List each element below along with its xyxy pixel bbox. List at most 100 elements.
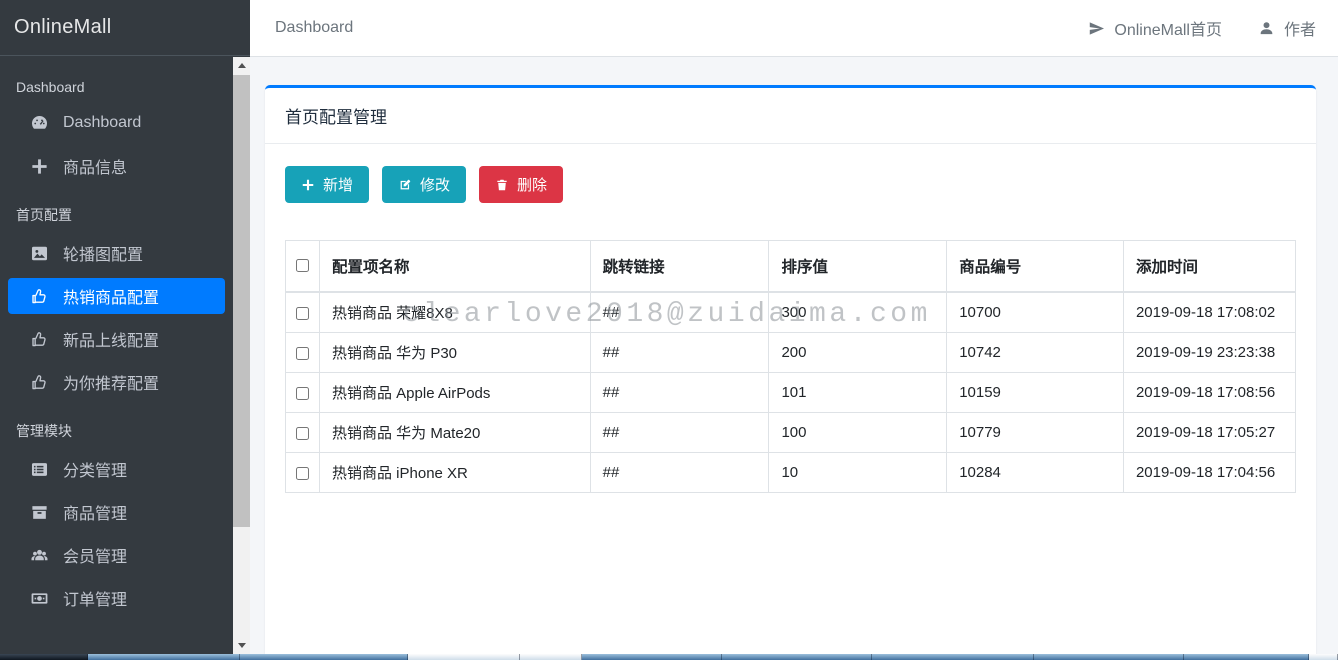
table-cell: 10700 bbox=[947, 292, 1124, 333]
table-cell: 2019-09-18 17:08:56 bbox=[1123, 373, 1295, 413]
column-header: 商品编号 bbox=[947, 241, 1124, 293]
page-title: 首页配置管理 bbox=[285, 103, 1296, 128]
topnav-link-label: OnlineMall首页 bbox=[1114, 16, 1222, 40]
sidebar-item[interactable]: Dashboard bbox=[8, 105, 225, 141]
table-cell: ## bbox=[590, 292, 769, 333]
tachometer-icon bbox=[29, 113, 49, 133]
taskbar-button[interactable] bbox=[1034, 654, 1184, 660]
top-navbar: Dashboard OnlineMall首页 作者 bbox=[250, 0, 1338, 57]
row-checkbox[interactable] bbox=[296, 307, 309, 320]
add-button[interactable]: 新增 bbox=[285, 166, 369, 203]
users-icon bbox=[29, 545, 49, 565]
row-checkbox[interactable] bbox=[296, 387, 309, 400]
sidebar-section: Dashboard Dashboard 商品信息 bbox=[0, 69, 233, 184]
edit-icon bbox=[398, 178, 412, 192]
taskbar-button[interactable] bbox=[0, 654, 88, 660]
taskbar-button[interactable] bbox=[872, 654, 1034, 660]
user-icon bbox=[1258, 20, 1275, 37]
table-body: 热销商品 荣耀8X8##300107002019-09-18 17:08:02热… bbox=[286, 292, 1296, 493]
column-header: 配置项名称 bbox=[320, 241, 591, 293]
column-header: 跳转链接 bbox=[590, 241, 769, 293]
sidebar-item[interactable]: 会员管理 bbox=[8, 537, 225, 573]
delete-button[interactable]: 删除 bbox=[479, 166, 563, 203]
taskbar-button[interactable] bbox=[408, 654, 520, 660]
taskbar-button[interactable] bbox=[1184, 654, 1309, 660]
sidebar-item-label: 分类管理 bbox=[63, 457, 127, 481]
sidebar-item[interactable]: 热销商品配置 bbox=[8, 278, 225, 314]
thumbs-up-icon bbox=[29, 329, 49, 349]
sidebar-item[interactable]: 商品管理 bbox=[8, 494, 225, 530]
sidebar-item-label: Dashboard bbox=[63, 114, 141, 132]
row-select-cell bbox=[286, 333, 320, 373]
table-cell: 200 bbox=[769, 333, 947, 373]
sidebar-item[interactable]: 订单管理 bbox=[8, 580, 225, 616]
paper-plane-icon bbox=[1088, 20, 1105, 37]
table-cell: 2019-09-18 17:04:56 bbox=[1123, 453, 1295, 493]
row-checkbox[interactable] bbox=[296, 427, 309, 440]
card-body: 新增修改 删除 配置项名称跳转链接排序值商品编号添加时间热销商品 荣耀8X8##3… bbox=[265, 144, 1316, 515]
sidebar-item-label: 热销商品配置 bbox=[63, 284, 159, 308]
select-all-checkbox[interactable] bbox=[296, 259, 309, 272]
table-cell: 101 bbox=[769, 373, 947, 413]
sidebar-section-header: Dashboard bbox=[0, 69, 233, 105]
topnav-link-label: 作者 bbox=[1284, 16, 1316, 40]
home-link[interactable]: OnlineMall首页 bbox=[1088, 16, 1222, 40]
table-row: 热销商品 iPhone XR##10102842019-09-18 17:04:… bbox=[286, 453, 1296, 493]
button-label: 删除 bbox=[517, 174, 547, 195]
column-header: 排序值 bbox=[769, 241, 947, 293]
table-cell: ## bbox=[590, 373, 769, 413]
row-checkbox[interactable] bbox=[296, 467, 309, 480]
table-cell: 热销商品 华为 Mate20 bbox=[320, 413, 591, 453]
money-bill-icon bbox=[29, 588, 49, 608]
sidebar-item-label: 为你推荐配置 bbox=[63, 370, 159, 394]
content-area: 首页配置管理 新增修改 删除 配置项名称跳转链接排序值商品编号添加时间热销商品 荣… bbox=[250, 57, 1338, 660]
thumbs-up-icon bbox=[29, 286, 49, 306]
taskbar-button[interactable] bbox=[88, 654, 240, 660]
table-cell: ## bbox=[590, 333, 769, 373]
edit-button[interactable]: 修改 bbox=[382, 166, 466, 203]
sidebar-item[interactable]: 为你推荐配置 bbox=[8, 364, 225, 400]
brand-logo[interactable]: OnlineMall bbox=[0, 0, 250, 56]
table-cell: 2019-09-19 23:23:38 bbox=[1123, 333, 1295, 373]
scrollbar-up-button[interactable] bbox=[233, 57, 250, 74]
taskbar-button[interactable] bbox=[582, 654, 722, 660]
scrollbar-down-button[interactable] bbox=[233, 637, 250, 654]
scrollbar-thumb[interactable] bbox=[233, 75, 250, 527]
row-select-cell bbox=[286, 413, 320, 453]
sidebar-item-label: 订单管理 bbox=[63, 586, 127, 610]
taskbar-button[interactable] bbox=[1309, 654, 1338, 660]
sidebar-scrollbar[interactable] bbox=[233, 57, 250, 654]
config-table: 配置项名称跳转链接排序值商品编号添加时间热销商品 荣耀8X8##30010700… bbox=[285, 240, 1296, 493]
table-row: 热销商品 荣耀8X8##300107002019-09-18 17:08:02 bbox=[286, 292, 1296, 333]
thumbs-up-icon bbox=[29, 372, 49, 392]
breadcrumb[interactable]: Dashboard bbox=[275, 19, 353, 37]
table-cell: ## bbox=[590, 413, 769, 453]
table-cell: 10159 bbox=[947, 373, 1124, 413]
sidebar-item-label: 会员管理 bbox=[63, 543, 127, 567]
topnav-links: OnlineMall首页 作者 bbox=[1088, 16, 1316, 40]
sidebar-section: 首页配置轮播图配置热销商品配置新品上线配置为你推荐配置 bbox=[0, 195, 233, 400]
list-icon bbox=[29, 459, 49, 479]
sidebar-menu: DashboardDashboard商品信息首页配置轮播图配置热销商品配置新品上… bbox=[0, 57, 233, 660]
sidebar-item[interactable]: 新品上线配置 bbox=[8, 321, 225, 357]
table-cell: 2019-09-18 17:05:27 bbox=[1123, 413, 1295, 453]
sidebar-item[interactable]: 商品信息 bbox=[8, 148, 225, 184]
sidebar-item[interactable]: 分类管理 bbox=[8, 451, 225, 487]
table-row: 热销商品 华为 P30##200107422019-09-19 23:23:38 bbox=[286, 333, 1296, 373]
taskbar-button[interactable] bbox=[722, 654, 872, 660]
table-cell: 10779 bbox=[947, 413, 1124, 453]
taskbar-button[interactable] bbox=[240, 654, 408, 660]
author-link[interactable]: 作者 bbox=[1258, 16, 1316, 40]
table-cell: 热销商品 Apple AirPods bbox=[320, 373, 591, 413]
sidebar-item-label: 商品信息 bbox=[63, 154, 127, 178]
row-select-cell bbox=[286, 373, 320, 413]
sidebar-item[interactable]: 轮播图配置 bbox=[8, 235, 225, 271]
taskbar-button[interactable] bbox=[520, 654, 582, 660]
os-taskbar bbox=[0, 654, 1338, 660]
sidebar-item-label: 新品上线配置 bbox=[63, 327, 159, 351]
sidebar-item-label: 轮播图配置 bbox=[63, 241, 143, 265]
scroll-down-icon bbox=[238, 643, 246, 648]
table-cell: 100 bbox=[769, 413, 947, 453]
row-checkbox[interactable] bbox=[296, 347, 309, 360]
row-select-cell bbox=[286, 292, 320, 333]
